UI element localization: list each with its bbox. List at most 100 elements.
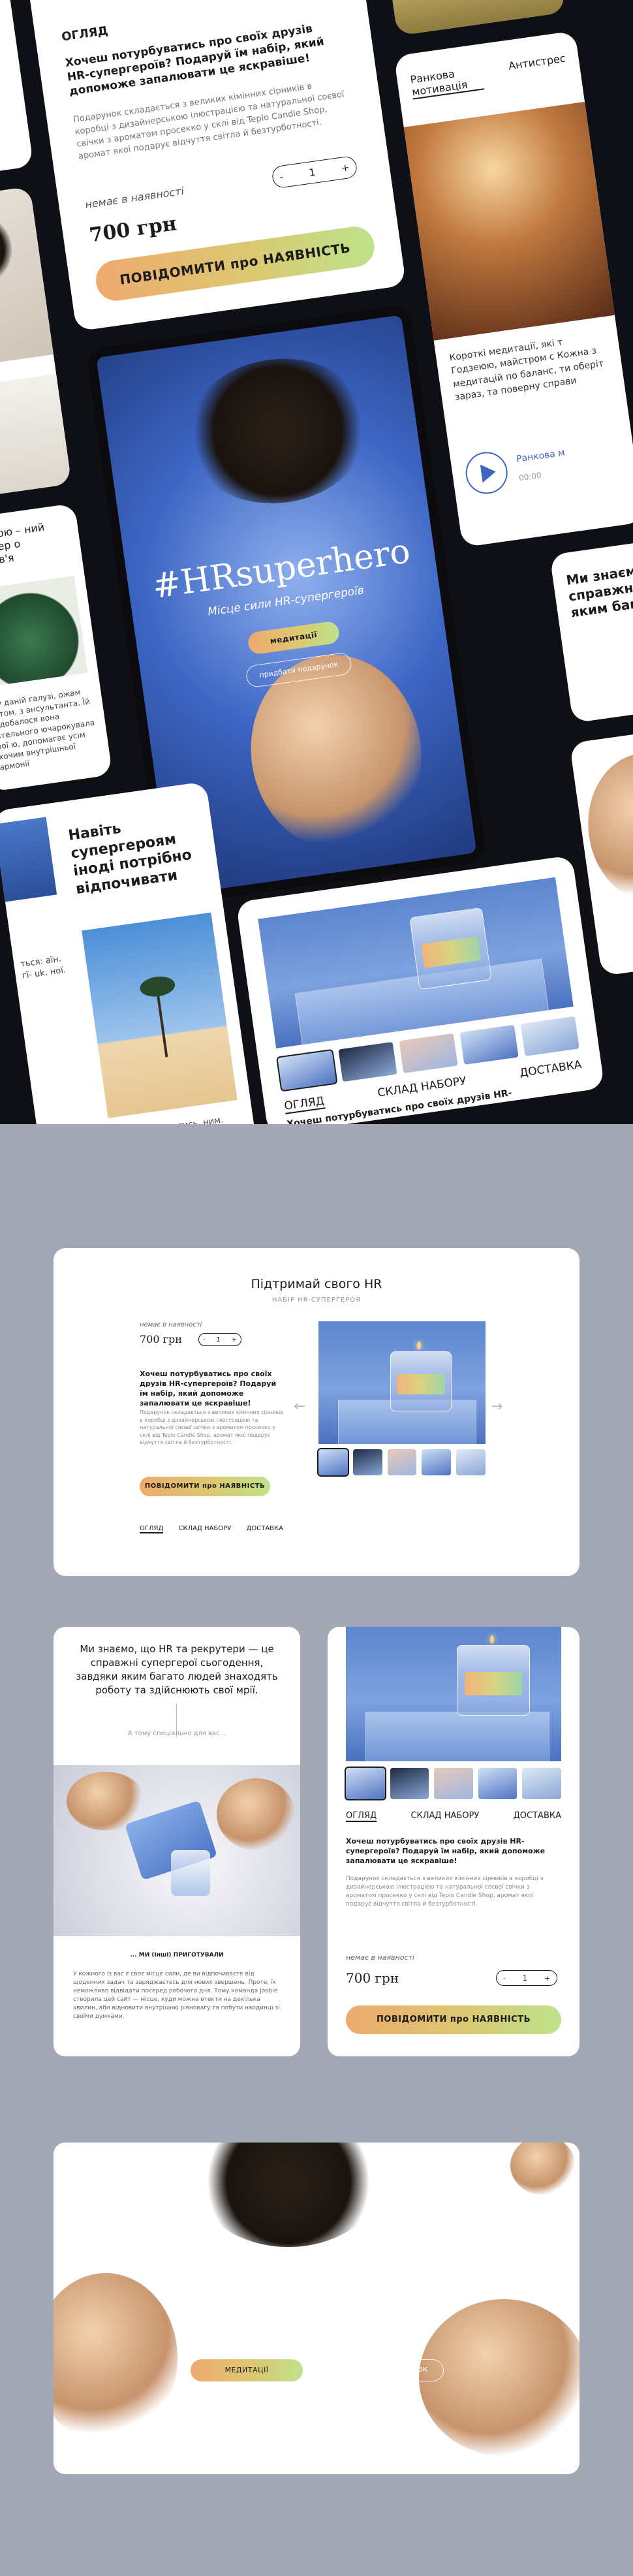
panel-subtitle: НАБІР HR-СУПЕРГЕРОЯ bbox=[271, 1296, 362, 1304]
meditation-tabs: Ранкова мотивація Антистрес bbox=[409, 52, 568, 100]
thumbnail[interactable] bbox=[456, 1449, 486, 1475]
tab-overview[interactable]: ОГЛЯД bbox=[346, 1811, 377, 1822]
subtitle-post: HR-супергероїв bbox=[300, 2306, 409, 2321]
left-photo-card bbox=[0, 186, 72, 501]
increase-button[interactable]: + bbox=[341, 161, 350, 174]
quote-heading: Навіть супергероям іноді потрібно відпоч… bbox=[67, 820, 193, 898]
thumbnail[interactable] bbox=[520, 1016, 579, 1056]
left-bio-text: ід у даній галузі, ожам світом, з ансуль… bbox=[0, 687, 95, 773]
meditations-button[interactable]: медитації bbox=[247, 620, 341, 655]
quantity-value: 1 bbox=[308, 166, 316, 179]
gift-unboxing-photo bbox=[54, 1765, 300, 1936]
desktop-product-image bbox=[318, 1321, 486, 1444]
price: 700 грн bbox=[140, 1333, 182, 1345]
mobile-tabs: ОГЛЯД СКЛАД НАБОРУ ДОСТАВКА bbox=[346, 1811, 561, 1822]
quote-side-photo bbox=[0, 817, 57, 902]
thumbnail[interactable] bbox=[338, 1041, 397, 1082]
thumbnail[interactable] bbox=[352, 1449, 382, 1475]
hero-banner: #HRsuperhero Місце сили HR-супергероїв М… bbox=[54, 2143, 579, 2474]
tab-contents[interactable]: СКЛАД НАБОРУ bbox=[410, 1811, 479, 1822]
product-description: Подарунок складається з великих кімінних… bbox=[140, 1409, 284, 1446]
left-bio-heading: Годзеюю – ний майстер о здоров'я bbox=[0, 520, 46, 571]
thumbnail[interactable] bbox=[345, 1767, 386, 1800]
we-prepared: ... МИ (інші) ПРИГОТУВАЛИ bbox=[130, 1952, 224, 1958]
mobile-product-panel: ОГЛЯД СКЛАД НАБОРУ ДОСТАВКА Хочеш потурб… bbox=[328, 1627, 579, 2056]
arrow-right-icon[interactable]: → bbox=[491, 1398, 502, 1415]
increase-button[interactable]: + bbox=[232, 1336, 237, 1343]
thumbnail[interactable] bbox=[522, 1768, 561, 1799]
thumbnail[interactable] bbox=[387, 1449, 417, 1475]
quote-side-text: ться: аїн. гї- uk. ної. bbox=[20, 954, 67, 982]
availability-label: немає в наявності bbox=[84, 184, 185, 211]
buy-gift-button[interactable]: ПРИДБАТИ ПОДАРУНОК bbox=[330, 2359, 444, 2381]
person-photo bbox=[0, 186, 54, 371]
availability-label: немає в наявності bbox=[140, 1321, 202, 1328]
about-panel: Ми знаємо, що HR та рекрутери — це справ… bbox=[54, 1627, 300, 2056]
about-heading: Ми знаємо, що HR та рекрутери — це справ… bbox=[76, 1643, 278, 1696]
quantity-value: 1 bbox=[216, 1336, 221, 1343]
decrease-button[interactable]: - bbox=[279, 170, 284, 183]
meditation-photo bbox=[403, 101, 615, 341]
availability-label: немає в наявності bbox=[346, 1953, 414, 1962]
panel-title: Підтримай свого HR bbox=[251, 1277, 382, 1291]
bio-photo bbox=[0, 373, 72, 501]
thumbnail[interactable] bbox=[317, 1448, 349, 1477]
corner-card: ⤢ bbox=[0, 0, 34, 183]
desktop-product-panel: Підтримай свого HR НАБІР HR-СУПЕРГЕРОЯ н… bbox=[54, 1248, 579, 1576]
mobile-thumbnails bbox=[345, 1767, 561, 1800]
field-photo bbox=[379, 0, 566, 36]
tab-contents[interactable]: СКЛАД НАБОРУ bbox=[179, 1525, 232, 1533]
thumbnail[interactable] bbox=[434, 1768, 473, 1799]
left-text-card: Годзеюю – ний майстер о здоров'я ід у да… bbox=[0, 503, 113, 793]
right-heading-card: Ми знаємо, справжні с яким багат bbox=[549, 537, 633, 723]
increase-button[interactable]: + bbox=[544, 1974, 550, 1983]
track-name: Ранкова м bbox=[516, 447, 566, 465]
quantity-stepper[interactable]: - 1 + bbox=[198, 1333, 241, 1346]
thumbnail[interactable] bbox=[422, 1449, 452, 1475]
notify-button[interactable]: ПОВІДОМИТИ про НАЯВНІСТЬ bbox=[346, 2005, 561, 2034]
tab-morning[interactable]: Ранкова мотивація bbox=[409, 63, 484, 100]
decrease-button[interactable]: - bbox=[503, 1974, 506, 1983]
mobile-description: Подарунок складається з великих кімінних… bbox=[346, 1876, 544, 1908]
subtitle-em: сили bbox=[267, 2306, 300, 2321]
gallery-phone: ОГЛЯД СКЛАД НАБОРУ ДОСТАВКА Хочеш потурб… bbox=[236, 855, 605, 1124]
tilted-layer: ⤢ ОГЛЯД Хочеш потурбуватись про своїх др… bbox=[0, 0, 633, 1124]
price: 700 грн bbox=[87, 212, 178, 247]
play-icon bbox=[480, 462, 497, 483]
thumbnail[interactable] bbox=[276, 1048, 338, 1092]
right-heading: Ми знаємо, справжні с яким багат bbox=[565, 561, 633, 621]
quote-bottom-text: мне здатись, ним. bbox=[142, 1113, 241, 1124]
product-tabs: ОГЛЯД СКЛАД НАБОРУ ДОСТАВКА bbox=[140, 1525, 283, 1533]
mobile-heading: Хочеш потурбуватись про своїх друзів HR-… bbox=[346, 1837, 546, 1865]
thumbnail[interactable] bbox=[399, 1033, 458, 1074]
subtitle-pre: Місце bbox=[224, 2306, 268, 2321]
notify-button[interactable]: ПОВІДОМИТИ про НАЯВНІСТЬ bbox=[140, 1477, 270, 1496]
hero-subtitle: Місце сили HR-супергероїв bbox=[54, 2306, 579, 2321]
play-button[interactable] bbox=[463, 449, 510, 497]
thumbnail[interactable] bbox=[390, 1768, 429, 1799]
tab-delivery[interactable]: ДОСТАВКА bbox=[519, 1058, 583, 1081]
tab-antistress[interactable]: Антистрес bbox=[508, 52, 568, 86]
arrow-left-icon[interactable]: ← bbox=[294, 1398, 305, 1415]
meditations-button[interactable]: МЕДИТАЦІЇ bbox=[191, 2359, 303, 2381]
price: 700 грн bbox=[346, 1970, 399, 1986]
tab-overview[interactable]: ОГЛЯД bbox=[283, 1094, 326, 1114]
decrease-button[interactable]: - bbox=[203, 1336, 206, 1343]
quantity-value: 1 bbox=[522, 1973, 527, 1983]
tab-delivery[interactable]: ДОСТАВКА bbox=[514, 1811, 561, 1822]
desktop-thumbnails bbox=[317, 1448, 486, 1477]
plant-photo bbox=[0, 575, 88, 687]
right-top-card bbox=[379, 0, 566, 36]
product-card: ОГЛЯД Хочеш потурбуватись про своїх друз… bbox=[23, 0, 407, 332]
thumbnail[interactable] bbox=[459, 1024, 519, 1065]
product-heading: Хочеш потурбуватись про своїх друзів HR-… bbox=[140, 1370, 277, 1407]
tab-delivery[interactable]: ДОСТАВКА bbox=[247, 1525, 283, 1533]
mobile-product-image bbox=[346, 1627, 561, 1761]
quantity-stepper[interactable]: - 1 + bbox=[496, 1970, 557, 1986]
tab-overview[interactable]: ОГЛЯД bbox=[140, 1525, 164, 1533]
hero-headline: #HRsuperhero bbox=[176, 2254, 457, 2296]
quantity-stepper[interactable]: - 1 + bbox=[271, 155, 358, 189]
track-time: 00:00 bbox=[518, 470, 542, 483]
product-card-top-label: ОГЛЯД bbox=[60, 24, 109, 44]
thumbnail[interactable] bbox=[478, 1768, 517, 1799]
